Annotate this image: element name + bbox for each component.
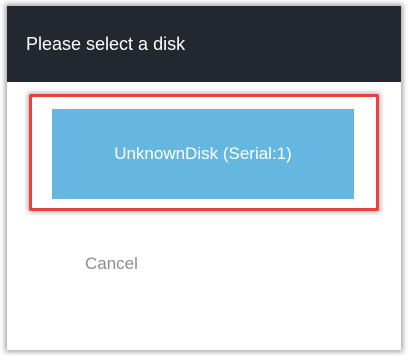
cancel-button[interactable]: Cancel: [85, 254, 138, 274]
dialog-header: Please select a disk: [7, 6, 401, 82]
dialog-title: Please select a disk: [26, 33, 186, 54]
disk-option-button[interactable]: UnknownDisk (Serial:1): [52, 109, 354, 199]
disk-option-label: UnknownDisk (Serial:1): [114, 144, 292, 163]
dialog-body: UnknownDisk (Serial:1) Cancel: [7, 82, 401, 350]
select-disk-dialog: Please select a disk UnknownDisk (Serial…: [7, 6, 401, 350]
